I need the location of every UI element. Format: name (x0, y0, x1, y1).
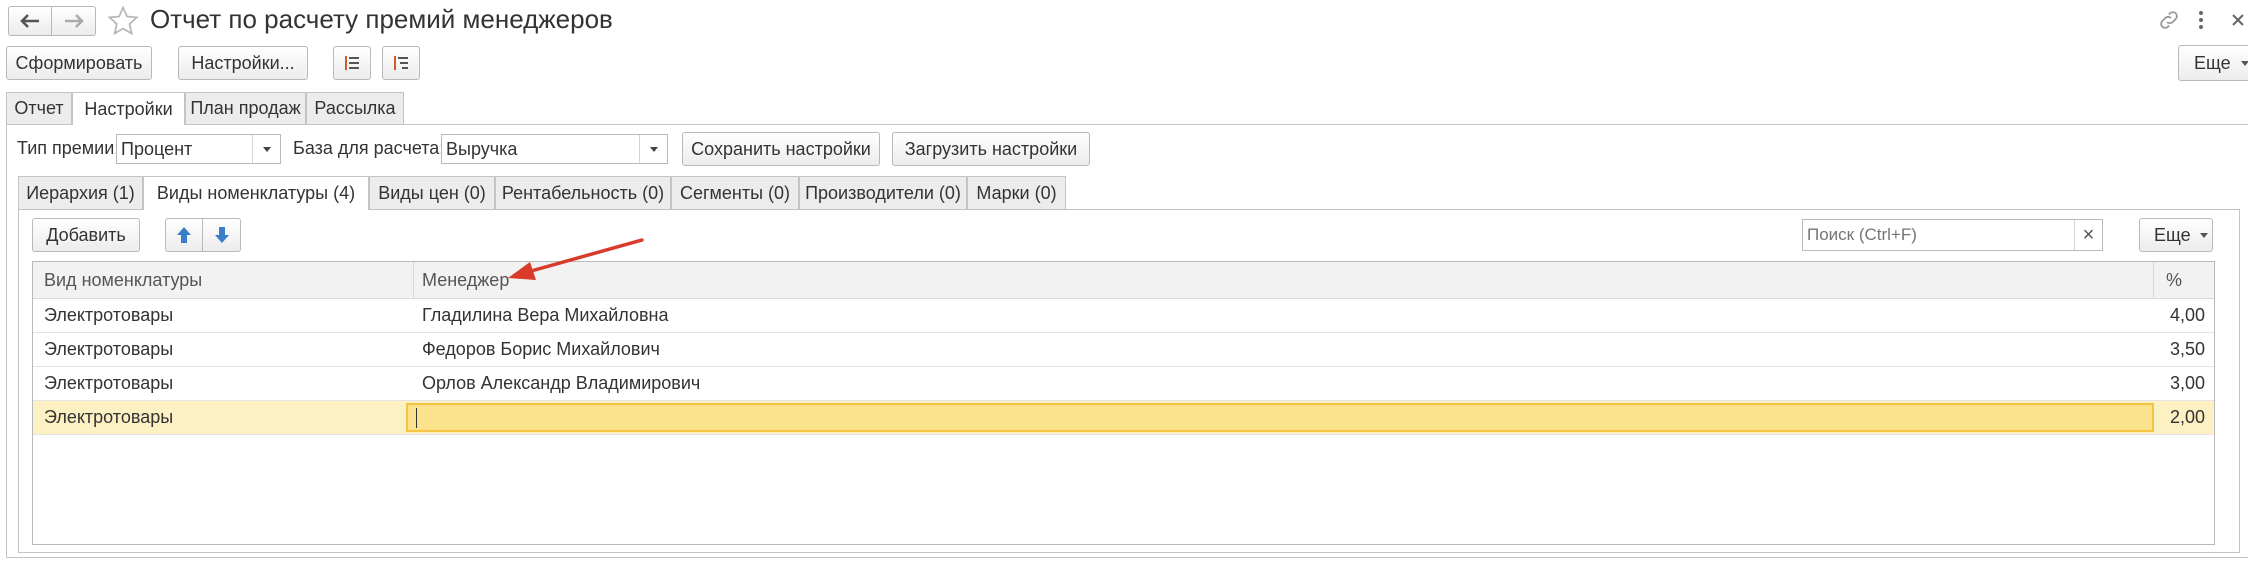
column-header-percent[interactable]: % (2153, 262, 2215, 298)
tab-profitability[interactable]: Рентабельность (0) (495, 176, 671, 209)
column-header-manager[interactable]: Менеджер (413, 262, 2193, 298)
link-icon[interactable] (2157, 8, 2181, 37)
star-icon[interactable] (106, 4, 140, 43)
base-value: Выручка (446, 138, 518, 159)
list-settings-icon (342, 53, 362, 73)
chevron-down-icon (2240, 60, 2248, 66)
arrow-up-icon (175, 225, 193, 245)
cell-manager: Гладилина Вера Михайловна (422, 305, 669, 325)
tab-hierarchy[interactable]: Иерархия (1) (18, 176, 143, 209)
add-button[interactable]: Добавить (32, 218, 140, 252)
list-sort-button[interactable] (382, 46, 420, 80)
list-sort-icon (391, 53, 411, 73)
generate-button[interactable]: Сформировать (6, 46, 152, 80)
cell-percent: 2,00 (2169, 407, 2205, 427)
tab-label: Сегменты (0) (679, 182, 791, 203)
table-row-selected[interactable]: Электротовары 2,00 (33, 401, 2214, 435)
tab-label: Настройки (84, 98, 173, 119)
cell-kind: Электротовары (44, 339, 174, 359)
settings-button[interactable]: Настройки... (178, 46, 308, 80)
forward-button[interactable] (52, 6, 96, 36)
tab-label: Виды цен (0) (378, 182, 486, 203)
more-label: Еще (2194, 52, 2231, 73)
table-more-button[interactable]: Еще (2139, 218, 2213, 252)
base-select[interactable]: Выручка (441, 134, 668, 164)
tab-nomenclature-kinds[interactable]: Виды номенклатуры (4) (143, 176, 369, 210)
column-header-kind[interactable]: Вид номенклатуры (44, 262, 404, 298)
table-row[interactable]: Электротовары Гладилина Вера Михайловна … (33, 299, 2214, 333)
table-header: Вид номенклатуры Менеджер % (33, 262, 2214, 299)
cell-kind: Электротовары (44, 305, 174, 325)
tab-mailing[interactable]: Рассылка (306, 92, 404, 124)
base-label: База для расчета: (293, 138, 445, 158)
tab-label: Отчет (14, 98, 64, 118)
tab-label: Иерархия (1) (26, 182, 135, 203)
table-row[interactable]: Электротовары Орлов Александр Владимиров… (33, 367, 2214, 401)
tab-brands[interactable]: Марки (0) (967, 176, 1066, 209)
tab-label: Рассылка (314, 98, 396, 118)
tab-price-kinds[interactable]: Виды цен (0) (369, 176, 495, 209)
back-button[interactable] (8, 6, 52, 36)
clear-search-button[interactable]: × (2074, 220, 2102, 250)
cell-manager: Федоров Борис Михайлович (422, 339, 660, 359)
more-button[interactable]: Еще (2178, 45, 2248, 81)
list-settings-button[interactable] (333, 46, 371, 80)
bonus-type-select[interactable]: Процент (116, 134, 281, 164)
page-title: Отчет по расчету премий менеджеров (150, 4, 613, 34)
kebab-icon[interactable] (2196, 9, 2206, 36)
tab-label: План продаж (190, 98, 301, 118)
tab-label: Рентабельность (0) (501, 182, 665, 203)
move-up-button[interactable] (165, 218, 203, 252)
bonus-type-label: Тип премии: (17, 138, 120, 158)
table-more-label: Еще (2154, 224, 2191, 245)
tab-label: Виды номенклатуры (4) (156, 183, 356, 203)
forward-icon (63, 13, 85, 29)
tab-sales-plan[interactable]: План продаж (185, 92, 306, 124)
tab-report[interactable]: Отчет (6, 92, 72, 124)
table-row[interactable]: Электротовары Федоров Борис Михайлович 3… (33, 333, 2214, 367)
tab-label: Марки (0) (976, 182, 1057, 203)
move-down-button[interactable] (203, 218, 241, 252)
nomenclature-table: Вид номенклатуры Менеджер % Электротовар… (32, 261, 2215, 545)
back-icon (19, 13, 41, 29)
chevron-down-icon (639, 135, 667, 163)
tab-label: Производители (0) (805, 182, 961, 203)
main-tab-bar: Отчет Настройки План продаж Рассылка (6, 92, 2248, 125)
sub-tab-bar: Иерархия (1) Виды номенклатуры (4) Виды … (18, 176, 1066, 210)
clear-icon: × (2082, 223, 2095, 246)
cell-percent: 3,00 (2169, 373, 2205, 393)
arrow-down-icon (213, 225, 231, 245)
cell-manager-active[interactable] (406, 403, 2154, 432)
close-icon[interactable] (2230, 12, 2246, 33)
tab-manufacturers[interactable]: Производители (0) (799, 176, 967, 209)
save-settings-button[interactable]: Сохранить настройки (682, 132, 880, 166)
text-cursor (416, 407, 417, 428)
annotation-arrow-icon (508, 238, 644, 280)
cell-percent: 4,00 (2169, 305, 2205, 325)
chevron-down-icon (252, 135, 280, 163)
search-input[interactable] (1803, 221, 2065, 249)
cell-kind: Электротовары (44, 373, 174, 393)
cell-manager: Орлов Александр Владимирович (422, 373, 701, 393)
chevron-down-icon (2199, 232, 2208, 238)
cell-percent: 3,50 (2169, 339, 2205, 359)
bonus-type-value: Процент (121, 138, 193, 159)
search-field[interactable]: × (1802, 219, 2103, 251)
cell-kind: Электротовары (44, 407, 174, 427)
tab-settings[interactable]: Настройки (72, 92, 185, 125)
load-settings-button[interactable]: Загрузить настройки (892, 132, 1090, 166)
tab-segments[interactable]: Сегменты (0) (671, 176, 799, 209)
